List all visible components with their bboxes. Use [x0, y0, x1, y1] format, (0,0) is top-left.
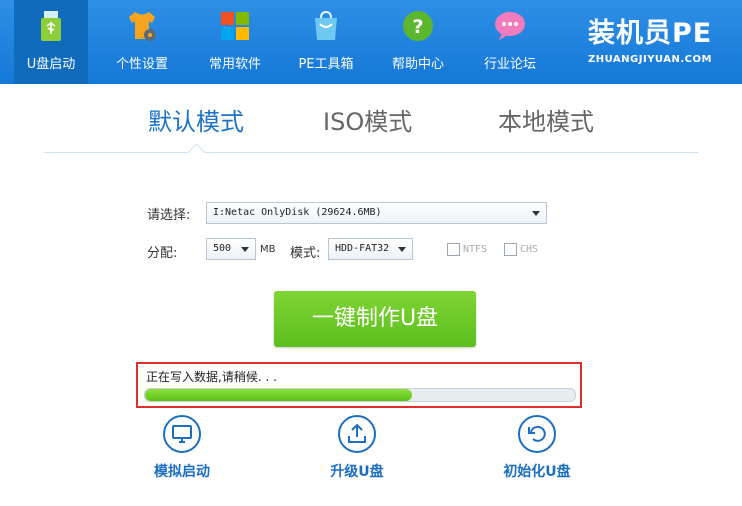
nav-item-software[interactable]: 常用软件 — [196, 0, 274, 84]
brand-logo: 装机员PE ZHUANGJIYUAN.COM — [588, 18, 734, 65]
chs-checkbox[interactable] — [504, 243, 517, 256]
chs-label: CHS — [520, 244, 539, 255]
nav-item-pe-toolbox[interactable]: PE工具箱 — [288, 0, 364, 84]
partition-mode-select[interactable]: HDD-FAT32 — [328, 238, 413, 260]
select-disk-label: 请选择: — [147, 208, 191, 223]
ntfs-checkbox[interactable] — [447, 243, 460, 256]
nav-item-usb-boot[interactable]: U盘启动 — [14, 0, 88, 84]
disk-select-value: I:Netac OnlyDisk (29624.6MB) — [213, 207, 382, 218]
svg-text:?: ? — [412, 16, 423, 38]
mode-label: 模式: — [290, 246, 321, 261]
nav-item-forum[interactable]: 行业论坛 — [472, 0, 548, 84]
progress-bar-fill — [145, 389, 412, 401]
simulate-boot-label: 模拟启动 — [154, 464, 210, 480]
alloc-size-value: 500 — [213, 243, 232, 254]
top-navigation-bar: U盘启动 个性设置 常用软件 PE工具箱 ? 帮助中心 行业论坛 装机员PE Z… — [0, 0, 742, 84]
nav-label: 行业论坛 — [483, 57, 536, 72]
chevron-down-icon — [398, 247, 406, 252]
brand-name: 装机员PE — [588, 18, 713, 49]
one-click-make-usb-button[interactable]: 一键制作U盘 — [274, 291, 476, 347]
tab-divider — [44, 152, 698, 153]
nav-label: PE工具箱 — [298, 57, 354, 72]
toolbox-icon — [315, 10, 337, 40]
nav-label: 常用软件 — [208, 57, 261, 72]
brand-url: ZHUANGJIYUAN.COM — [588, 54, 712, 65]
tshirt-gear-icon — [129, 12, 156, 41]
upload-icon — [338, 415, 376, 453]
simulate-boot-button[interactable]: 模拟启动 — [145, 415, 219, 481]
alloc-label: 分配: — [147, 246, 178, 261]
reset-icon — [518, 415, 556, 453]
nav-item-personalize[interactable]: 个性设置 — [103, 0, 181, 84]
usb-drive-icon — [41, 11, 61, 41]
windows-tiles-icon — [221, 12, 249, 40]
ntfs-label: NTFS — [463, 244, 488, 255]
nav-label: U盘启动 — [26, 57, 76, 72]
progress-status-text: 正在写入数据,请稍候. . . — [146, 370, 277, 384]
help-icon: ? — [403, 11, 433, 41]
tab-default-mode[interactable]: 默认模式 — [148, 102, 244, 137]
tab-local-mode[interactable]: 本地模式 — [498, 102, 594, 137]
active-tab-indicator — [187, 143, 206, 162]
progress-panel: 正在写入数据,请稍候. . . — [136, 362, 582, 408]
chevron-down-icon — [532, 211, 540, 216]
tab-iso-mode[interactable]: ISO模式 — [323, 102, 412, 137]
partition-mode-value: HDD-FAT32 — [335, 243, 390, 254]
disk-select[interactable]: I:Netac OnlyDisk (29624.6MB) — [206, 202, 547, 224]
chat-bubbles-icon — [495, 12, 525, 40]
monitor-icon — [163, 415, 201, 453]
upgrade-usb-label: 升级U盘 — [330, 464, 384, 480]
alloc-unit: MB — [260, 244, 276, 255]
upgrade-usb-button[interactable]: 升级U盘 — [320, 415, 394, 481]
initialize-usb-button[interactable]: 初始化U盘 — [495, 415, 579, 481]
nav-label: 个性设置 — [115, 57, 168, 72]
progress-bar — [144, 388, 576, 402]
chevron-down-icon — [241, 247, 249, 252]
nav-item-help[interactable]: ? 帮助中心 — [380, 0, 456, 84]
initialize-usb-label: 初始化U盘 — [503, 464, 571, 480]
nav-label: 帮助中心 — [391, 57, 444, 72]
alloc-size-select[interactable]: 500 — [206, 238, 256, 260]
